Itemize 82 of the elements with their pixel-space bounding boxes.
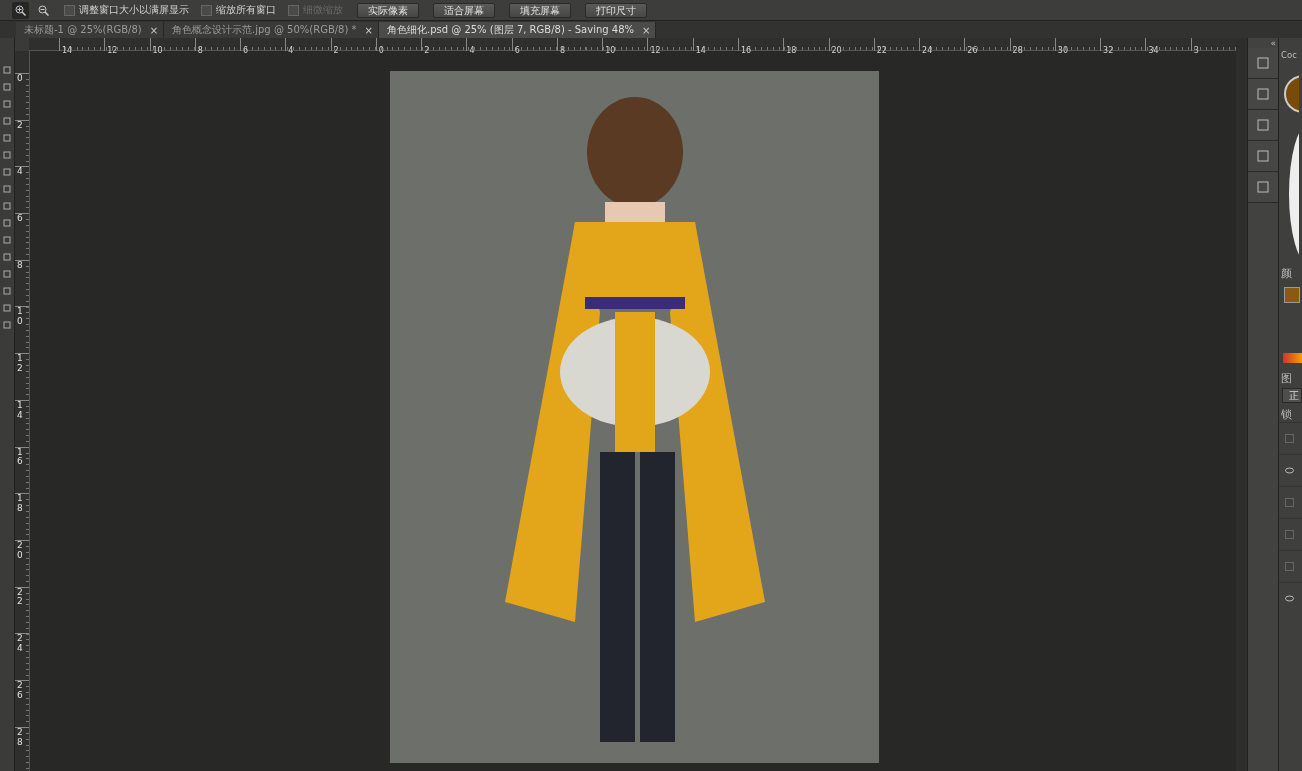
foreground-color-swatch[interactable] [1284, 287, 1300, 303]
checkbox-label: 缩放所有窗口 [216, 3, 276, 17]
panel-title: 颜 [1280, 266, 1293, 281]
panel-icon [1256, 180, 1270, 194]
document-tab[interactable]: 未标题-1 @ 25%(RGB/8) × [16, 22, 165, 38]
ruler-label: 2 [424, 45, 430, 56]
ruler-label: 14 [695, 45, 706, 56]
empty-visibility-icon[interactable] [1285, 562, 1294, 571]
ruler-label: 30 [1057, 45, 1069, 56]
document-tab[interactable]: 角色细化.psd @ 25% (图层 7, RGB/8) - Saving 48% × [378, 22, 657, 38]
ruler-label: 22 [876, 45, 887, 56]
ruler-label: 10 [152, 45, 163, 56]
ruler-label: 16 [17, 447, 24, 468]
ruler-label: 8 [559, 45, 565, 56]
ruler-label: 8 [197, 45, 203, 56]
ruler-label: 28 [1012, 45, 1023, 56]
panel-button[interactable] [1248, 172, 1278, 203]
close-icon[interactable]: × [149, 24, 159, 36]
panel-icon [1256, 149, 1270, 163]
ruler-label: 16 [741, 45, 752, 56]
ruler-label: 26 [967, 45, 978, 56]
ruler-label: 8 [17, 260, 24, 271]
panel-button[interactable] [1248, 110, 1278, 141]
ruler-label: 2 [17, 120, 24, 131]
ruler-label: 0 [378, 45, 384, 56]
color-ramp[interactable] [1283, 353, 1302, 363]
ruler-label: 10 [605, 45, 616, 56]
panel-icon [1256, 56, 1270, 70]
ruler-label: 14 [17, 400, 24, 421]
ruler-label: 6 [17, 214, 24, 224]
panel-title: 图 [1280, 371, 1293, 386]
panel-title: Coc [1280, 49, 1298, 62]
empty-visibility-icon[interactable] [1285, 434, 1294, 443]
ruler-label: 4 [469, 45, 475, 56]
lock-label: 锁 [1280, 407, 1293, 422]
zoom-in-icon [15, 4, 26, 16]
ruler-label: 34 [1148, 45, 1159, 56]
option-button[interactable]: 打印尺寸 [585, 2, 647, 18]
ruler-label: 0 [17, 74, 24, 84]
collapse-icon[interactable]: « [1248, 38, 1278, 48]
close-icon[interactable]: × [364, 24, 373, 36]
close-icon[interactable]: × [642, 24, 651, 36]
empty-visibility-icon[interactable] [1285, 498, 1294, 507]
ruler-label: 24 [17, 634, 24, 655]
panel-icon [1256, 87, 1270, 101]
ruler-label: 20 [17, 540, 24, 561]
ruler-label: 12 [650, 45, 661, 56]
ruler-label: 24 [922, 45, 933, 56]
ruler-label: 2 [333, 45, 339, 56]
empty-visibility-icon[interactable] [1285, 530, 1294, 539]
ruler-label: 12 [107, 45, 118, 56]
ruler-label: 14 [62, 45, 73, 56]
option-button[interactable]: 实际像素 [357, 2, 419, 18]
checkbox[interactable] [64, 4, 75, 16]
ruler-label: 3 [1193, 45, 1199, 56]
option-button[interactable]: 填充屏幕 [509, 2, 571, 18]
ruler-label: 4 [288, 45, 294, 56]
ruler-label: 6 [243, 45, 249, 56]
checkbox[interactable] [201, 4, 212, 16]
zoom-in-button[interactable] [12, 1, 29, 19]
panel-button[interactable] [1248, 48, 1278, 79]
ruler-label: 18 [786, 45, 797, 56]
eye-icon[interactable] [1285, 594, 1294, 603]
ruler-label: 22 [17, 587, 24, 608]
checkbox-label: 调整窗口大小以满屏显示 [79, 3, 189, 17]
eye-icon[interactable] [1285, 466, 1294, 475]
zoom-out-icon [38, 4, 49, 16]
document-tab[interactable]: 角色概念设计示范.jpg @ 50%(RGB/8) * × [164, 22, 379, 38]
ruler-label: 26 [17, 680, 24, 701]
option-button[interactable]: 适合屏幕 [433, 2, 495, 18]
ruler-label: 12 [17, 354, 24, 374]
panel-icon [1256, 118, 1270, 132]
ruler-label: 6 [514, 45, 520, 56]
ruler-label: 28 [17, 727, 24, 748]
panel-button[interactable] [1248, 141, 1278, 172]
ruler-label: 4 [17, 167, 24, 178]
ruler-label: 32 [1103, 45, 1114, 56]
ruler-label: 10 [17, 307, 24, 328]
ruler-label: 20 [831, 45, 842, 56]
blend-mode-dropdown[interactable]: 正 [1282, 388, 1302, 403]
panel-button[interactable] [1248, 79, 1278, 110]
ruler-label: 18 [17, 494, 24, 514]
